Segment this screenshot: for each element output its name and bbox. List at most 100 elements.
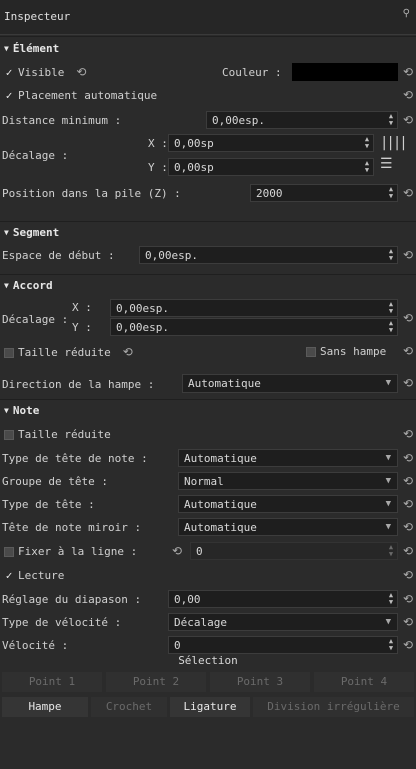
inspector-title: Inspecteur [4,10,71,23]
head-type-combo[interactable]: Automatique ▼ [178,449,398,467]
collapse-triangle-icon: ▼ [4,406,9,415]
reset-icon[interactable]: ⟲ [403,474,413,488]
empty-panel-area [0,722,416,769]
reset-icon[interactable]: ⟲ [403,451,413,465]
tuning-field[interactable]: 0,00 ▲ ▼ [168,590,398,608]
color-label: Couleur : [222,66,282,79]
checkmark-icon: ✓ [4,66,14,79]
reset-icon[interactable]: ⟲ [403,427,413,441]
no-stem-checkbox[interactable]: Sans hampe [306,345,386,358]
reset-icon[interactable]: ⟲ [403,638,413,652]
element-header[interactable]: ▼ Élément [4,42,59,55]
start-space-label: Espace de début : [2,249,115,262]
mirror-combo[interactable]: Automatique ▼ [178,518,398,536]
checkbox-box [4,348,14,358]
head-type-label: Type de tête de note : [2,452,148,465]
head-group-combo[interactable]: Normal ▼ [178,472,398,490]
chevron-down-icon: ▼ [385,476,391,486]
reset-icon[interactable]: ⟲ [403,615,413,629]
spin-arrows-icon[interactable]: ▲ ▼ [387,186,395,200]
point-4-button[interactable]: Point 4 [314,672,414,692]
collapse-triangle-icon: ▼ [4,44,9,53]
reset-icon[interactable]: ⟲ [403,376,413,390]
note-small-checkbox[interactable]: Taille réduite [4,428,111,441]
reset-icon[interactable]: ⟲ [403,88,413,102]
reset-icon[interactable]: ⟲ [403,568,413,582]
collapse-triangle-icon: ▼ [4,228,9,237]
horizontal-align-icon[interactable]: ☰ [380,156,393,172]
chord-y-value: 0,00esp. [116,321,169,334]
chord-small-checkbox[interactable]: Taille réduite ⟲ [4,345,133,359]
spin-arrows-icon[interactable]: ▲ ▼ [363,160,371,174]
spin-arrows-icon[interactable]: ▲ ▼ [387,301,395,315]
visible-checkbox[interactable]: ✓ Visible ⟲ [4,65,86,79]
start-space-field[interactable]: 0,00esp. ▲ ▼ [139,246,398,264]
element-header-label: Élément [12,42,60,55]
fix-line-checkbox[interactable]: Fixer à la ligne : [4,545,137,558]
play-label: Lecture [18,569,65,582]
spin-arrows-icon[interactable]: ▲ ▼ [387,544,395,558]
spin-arrows-icon[interactable]: ▲ ▼ [387,592,395,606]
tab-tuplet[interactable]: Division irrégulière [253,697,414,717]
head-kind-value: Automatique [184,498,257,511]
velocity-value: 0 [174,639,181,652]
reset-icon[interactable]: ⟲ [403,65,413,79]
stack-field[interactable]: 2000 ▲ ▼ [250,184,398,202]
min-distance-field[interactable]: 0,00esp. ▲ ▼ [206,111,398,129]
point-3-button[interactable]: Point 3 [210,672,310,692]
spin-arrows-icon[interactable]: ▲ ▼ [387,248,395,262]
chord-y-label: Y : [72,321,92,334]
chord-x-field[interactable]: 0,00esp. ▲ ▼ [110,299,398,317]
velocity-type-combo[interactable]: Décalage ▼ [168,613,398,631]
reset-icon[interactable]: ⟲ [403,186,413,200]
vertical-align-icon[interactable]: |||| [380,135,408,151]
spin-arrows-icon[interactable]: ▲ ▼ [387,320,395,334]
reset-icon[interactable]: ⟲ [403,344,413,358]
chord-offset-label: Décalage : [2,313,69,326]
mirror-label: Tête de note miroir : [2,521,142,534]
reset-icon[interactable]: ⟲ [172,544,182,558]
tab-stem[interactable]: Hampe [2,697,88,717]
fix-line-label: Fixer à la ligne : [18,545,138,558]
chord-section: ▼ Accord Décalage : X : 0,00esp. ▲ ▼ Y : 0,… [0,274,416,377]
color-swatch[interactable] [292,63,398,81]
pin-icon[interactable]: ⚲ [403,8,410,19]
point-2-button[interactable]: Point 2 [106,672,206,692]
reset-icon[interactable]: ⟲ [403,311,413,325]
head-kind-combo[interactable]: Automatique ▼ [178,495,398,513]
stem-dir-value: Automatique [188,377,261,390]
segment-header[interactable]: ▼ Segment [4,226,59,239]
note-header[interactable]: ▼ Note [4,404,39,417]
tab-hook[interactable]: Crochet [91,697,167,717]
play-checkbox[interactable]: ✓ Lecture [4,569,64,582]
point-1-button[interactable]: Point 1 [2,672,102,692]
chord-y-field[interactable]: 0,00esp. ▲ ▼ [110,318,398,336]
spin-arrows-icon[interactable]: ▲ ▼ [387,638,395,652]
spin-arrows-icon[interactable]: ▲ ▼ [387,113,395,127]
stack-label: Position dans la pile (Z) : [2,187,181,200]
spin-arrows-icon[interactable]: ▲ ▼ [363,136,371,150]
checkmark-icon: ✓ [4,89,14,102]
reset-icon[interactable]: ⟲ [403,544,413,558]
velocity-type-value: Décalage [174,616,227,629]
offset-y-field[interactable]: 0,00sp ▲ ▼ [168,158,374,176]
reset-icon[interactable]: ⟲ [403,113,413,127]
fix-line-field[interactable]: 0 ▲ ▼ [190,542,398,560]
chord-header[interactable]: ▼ Accord [4,279,53,292]
no-stem-label: Sans hampe [320,345,387,358]
offset-x-field[interactable]: 0,00sp ▲ ▼ [168,134,374,152]
auto-place-checkbox[interactable]: ✓ Placement automatique [4,89,157,102]
velocity-field[interactable]: 0 ▲ ▼ [168,636,398,654]
reset-icon[interactable]: ⟲ [403,520,413,534]
reset-icon[interactable]: ⟲ [123,345,133,359]
start-space-value: 0,00esp. [145,249,198,262]
head-kind-label: Type de tête : [2,498,95,511]
reset-icon[interactable]: ⟲ [403,497,413,511]
reset-icon[interactable]: ⟲ [76,65,86,79]
stem-dir-combo[interactable]: Automatique ▼ [182,374,398,393]
reset-icon[interactable]: ⟲ [403,248,413,262]
reset-icon[interactable]: ⟲ [403,592,413,606]
note-section: ▼ Note Taille réduite ⟲ Type de tête de n… [0,399,416,654]
selection-tabs-row: Hampe Crochet Ligature Division irréguli… [0,697,416,719]
tab-beam[interactable]: Ligature [170,697,250,717]
